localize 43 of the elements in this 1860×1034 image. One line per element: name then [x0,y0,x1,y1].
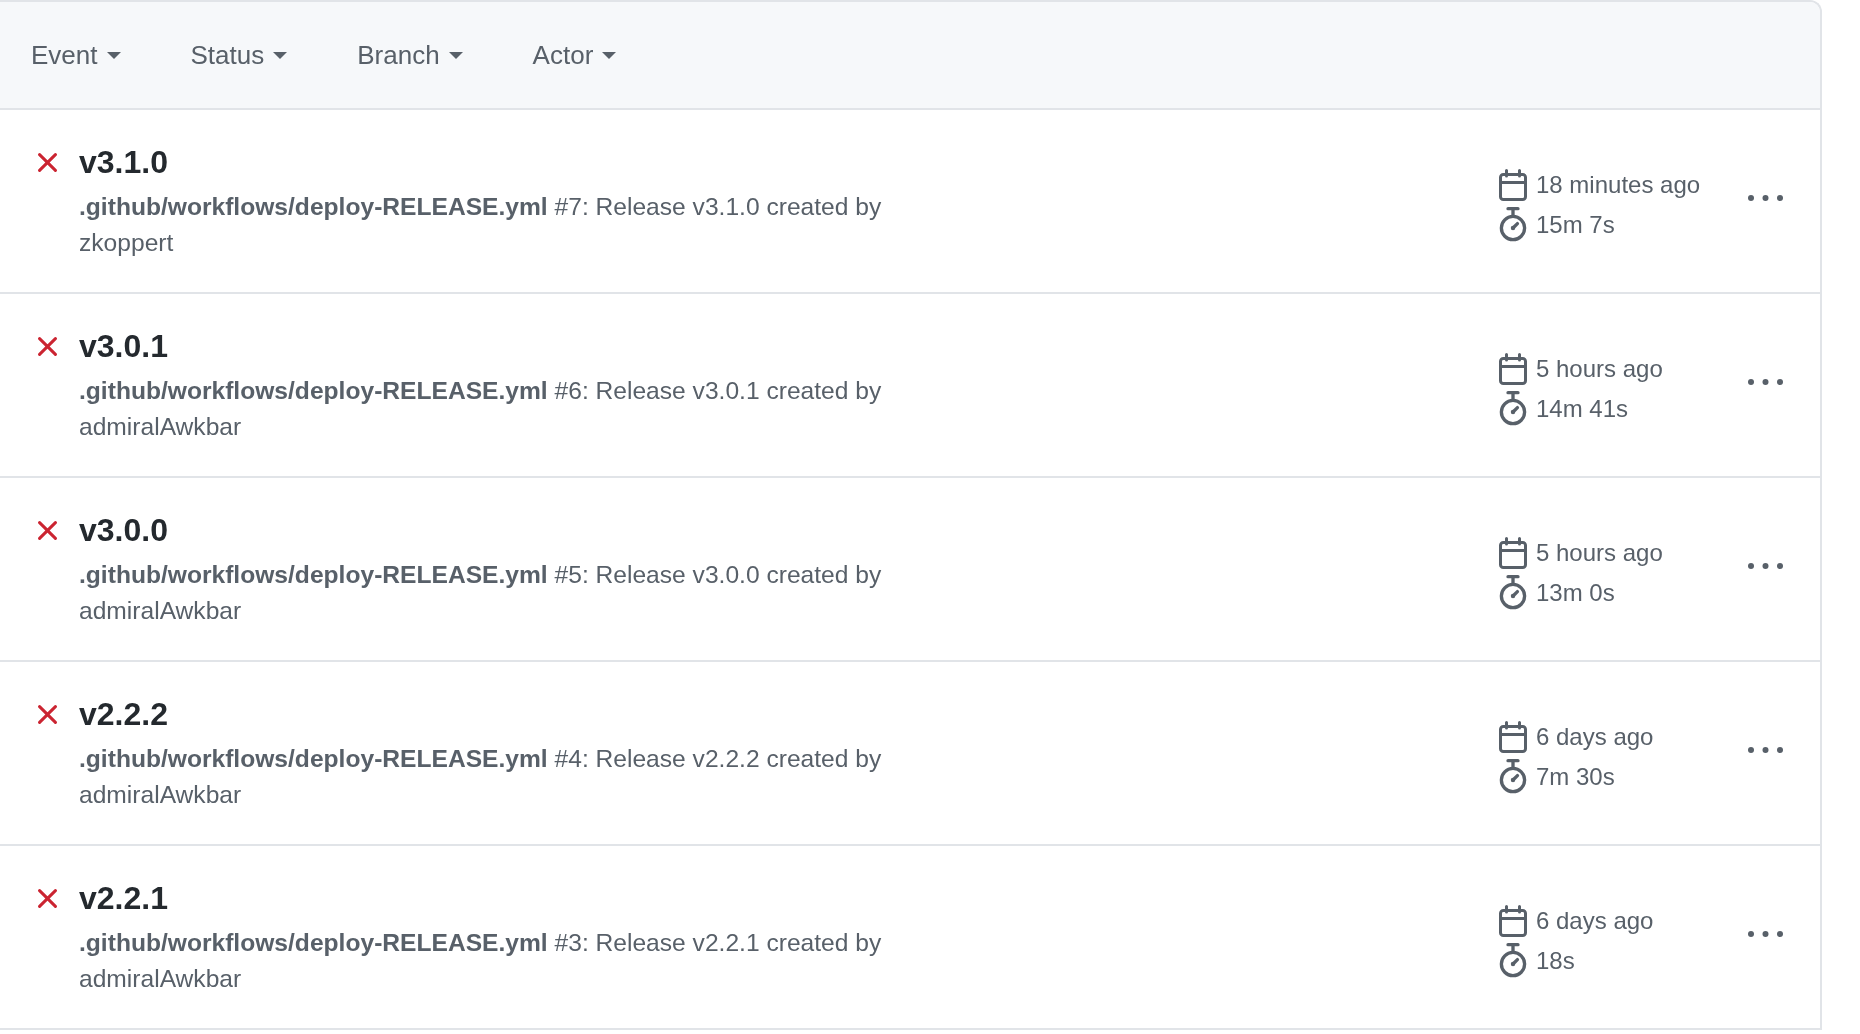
run-date: 6 days ago [1536,906,1654,936]
run-duration: 13m 0s [1536,578,1615,608]
stopwatch-icon [1499,759,1527,795]
run-title[interactable]: v3.0.0 [79,510,168,550]
stopwatch-icon [1499,575,1527,611]
run-date: 5 hours ago [1536,354,1663,384]
run-date: 18 minutes ago [1536,170,1701,200]
stopwatch-icon [1499,943,1527,979]
run-description: .github/workflows/deploy-RELEASE.yml #5: Release v3.0.0 created by admiralAwkbar [79,560,883,626]
calendar-icon [1499,353,1527,385]
run-duration: 15m 7s [1536,210,1615,240]
run-description: .github/workflows/deploy-RELEASE.yml #3: Release v2.2.1 created by admiralAwkbar [79,928,883,994]
run-date: 5 hours ago [1536,538,1663,568]
ellipsis-icon [1748,195,1783,201]
run-duration: 14m 41s [1536,394,1629,424]
ellipsis-icon [1748,563,1783,569]
run-duration: 18s [1536,946,1575,976]
run-description: .github/workflows/deploy-RELEASE.yml #7: Release v3.1.0 created by zkoppert [79,192,883,258]
ellipsis-icon [1748,379,1783,385]
run-duration: 7m 30s [1536,762,1615,792]
run-title[interactable]: v3.0.1 [79,326,168,366]
run-title[interactable]: v2.2.1 [79,878,168,918]
filter-dropdown[interactable]: Event [31,39,121,71]
filter-dropdown[interactable]: Branch [357,39,463,71]
caret-icon [602,51,617,59]
filter-dropdown[interactable]: Status [190,39,288,71]
run-title[interactable]: v3.1.0 [79,142,168,182]
ellipsis-icon [1748,931,1783,937]
run-description: .github/workflows/deploy-RELEASE.yml #4: Release v2.2.2 created by admiralAwkbar [79,744,883,810]
run-date: 6 days ago [1536,722,1654,752]
stopwatch-icon [1499,391,1527,427]
caret-icon [448,51,463,59]
ellipsis-icon [1748,747,1783,753]
filter-dropdown[interactable]: Actor [532,39,617,71]
run-title[interactable]: v2.2.2 [79,694,168,734]
calendar-icon [1499,169,1527,201]
calendar-icon [1499,905,1527,937]
caret-icon [273,51,288,59]
caret-icon [106,51,121,59]
calendar-icon [1499,721,1527,753]
stopwatch-icon [1499,207,1527,243]
calendar-icon [1499,537,1527,569]
run-description: .github/workflows/deploy-RELEASE.yml #6: Release v3.0.1 created by admiralAwkbar [79,376,883,442]
